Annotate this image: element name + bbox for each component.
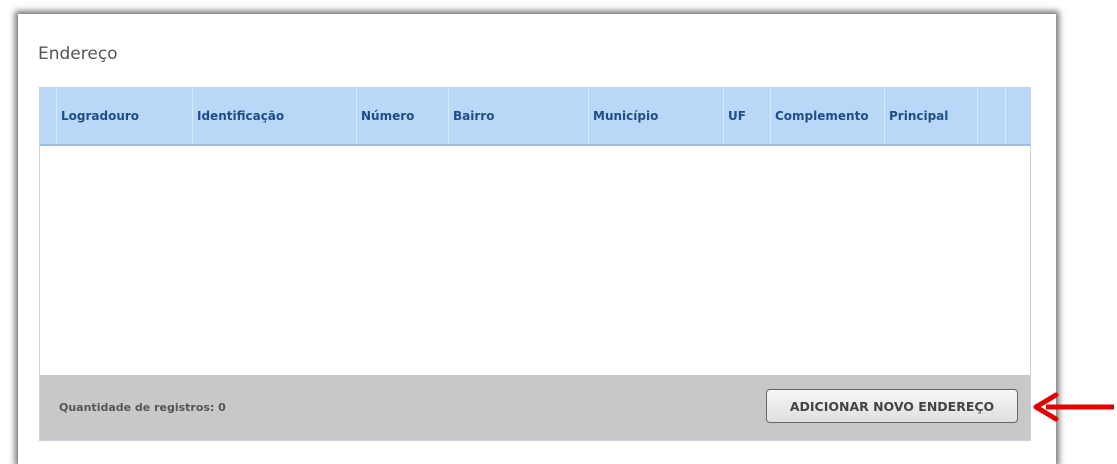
grid-header: Logradouro Identificação Número Bairro M… [40, 88, 1030, 146]
column-spacer [40, 88, 57, 144]
grid-body [40, 146, 1030, 374]
column-header-numero[interactable]: Número [357, 88, 449, 144]
column-header-action-2 [1006, 88, 1030, 144]
column-header-bairro[interactable]: Bairro [449, 88, 589, 144]
column-header-identificacao[interactable]: Identificação [193, 88, 357, 144]
address-grid: Logradouro Identificação Número Bairro M… [39, 87, 1031, 441]
column-header-complemento[interactable]: Complemento [771, 88, 885, 144]
section-title: Endereço [38, 44, 118, 64]
grid-footer: Quantidade de registros: 0 ADICIONAR NOV… [40, 375, 1030, 440]
column-header-uf[interactable]: UF [724, 88, 771, 144]
column-header-municipio[interactable]: Município [589, 88, 724, 144]
arrow-left-icon [1033, 392, 1114, 422]
column-header-logradouro[interactable]: Logradouro [57, 88, 193, 144]
column-header-principal[interactable]: Principal [885, 88, 978, 144]
column-header-action-1 [978, 88, 1006, 144]
add-address-button[interactable]: ADICIONAR NOVO ENDEREÇO [766, 389, 1018, 423]
record-count: Quantidade de registros: 0 [59, 401, 226, 414]
address-panel: Endereço Logradouro Identificação Número… [18, 14, 1056, 464]
